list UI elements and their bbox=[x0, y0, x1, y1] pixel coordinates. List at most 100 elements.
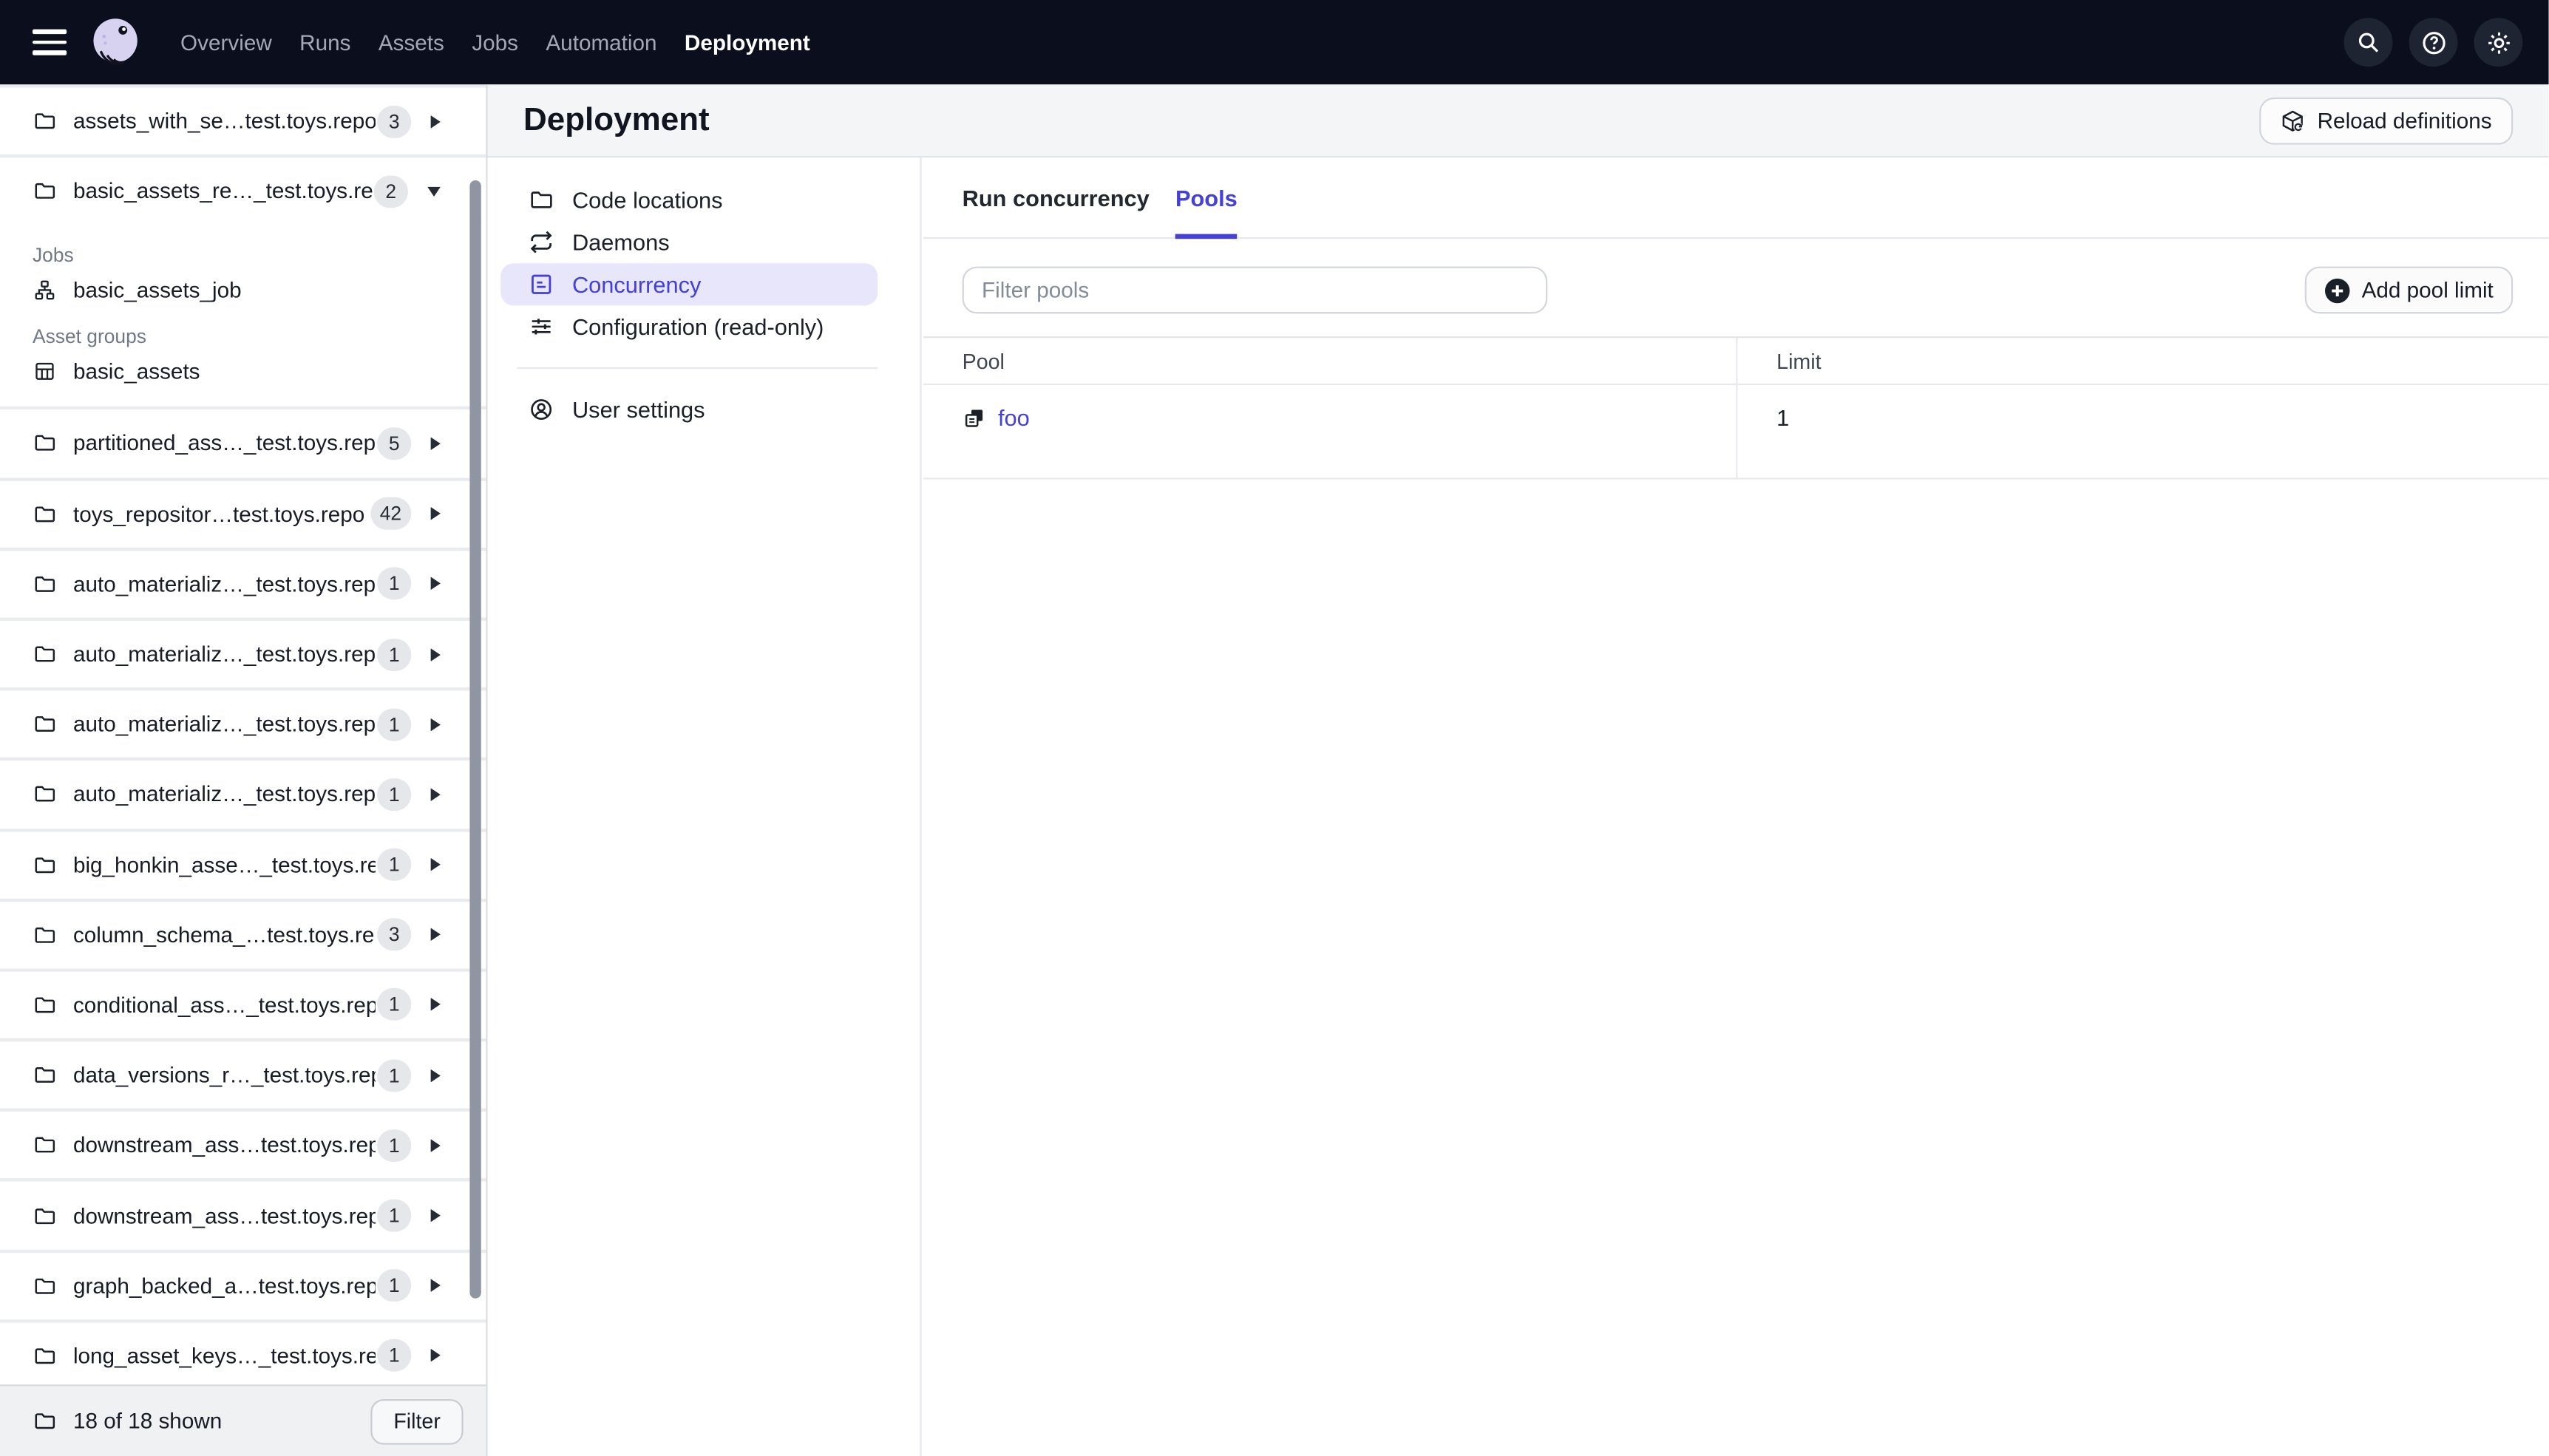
folder-icon bbox=[33, 993, 57, 1017]
folder-icon bbox=[33, 1273, 57, 1298]
reload-cube-icon bbox=[2280, 108, 2304, 132]
code-location-row[interactable]: conditional_ass…_test.toys.repo 1 bbox=[0, 971, 486, 1039]
code-location-row[interactable]: basic_assets_re…_test.toys.rep 2 bbox=[0, 157, 486, 225]
folder-icon bbox=[33, 852, 57, 877]
asset-group-name: basic_assets bbox=[72, 359, 200, 384]
repeat-icon bbox=[529, 229, 554, 255]
reload-definitions-button[interactable]: Reload definitions bbox=[2258, 96, 2514, 144]
nav-runs[interactable]: Runs bbox=[299, 30, 350, 55]
page-title: Deployment bbox=[523, 101, 710, 137]
pool-name: foo bbox=[998, 404, 1030, 431]
chevron-right-icon[interactable] bbox=[430, 1349, 441, 1363]
code-location-name: assets_with_se…test.toys.repo bbox=[72, 109, 376, 134]
count-badge: 1 bbox=[377, 708, 412, 741]
chevron-right-icon[interactable] bbox=[430, 1138, 441, 1152]
folder-icon bbox=[33, 109, 57, 134]
dagster-logo[interactable] bbox=[88, 15, 143, 70]
concurrency-tabs: Run concurrency Pools bbox=[923, 157, 2549, 239]
chevron-right-icon[interactable] bbox=[430, 718, 441, 731]
concurrency-content: Run concurrency Pools Add pool limit Poo… bbox=[923, 157, 2549, 1456]
code-location-row[interactable]: auto_materializ…_test.toys.repo 1 bbox=[0, 620, 486, 688]
count-badge: 1 bbox=[377, 638, 412, 671]
code-location-name: auto_materializ…_test.toys.repo bbox=[72, 782, 376, 807]
sidebar-footer: 18 of 18 shown Filter bbox=[0, 1384, 486, 1456]
subnav-label: User settings bbox=[571, 396, 705, 423]
nav-deployment[interactable]: Deployment bbox=[685, 30, 810, 55]
code-location-name: auto_materializ…_test.toys.repo bbox=[72, 642, 376, 667]
search-icon[interactable] bbox=[2343, 18, 2393, 67]
count-badge: 1 bbox=[377, 568, 412, 601]
code-location-name: downstream_ass…test.toys.rep bbox=[72, 1203, 376, 1228]
sliders-icon bbox=[529, 313, 554, 339]
code-location-sidebar: assets_with_se…test.toys.repo 3 basic_as… bbox=[0, 84, 488, 1456]
tab-pools[interactable]: Pools bbox=[1175, 157, 1238, 239]
code-location-row[interactable]: auto_materializ…_test.toys.repo 1 bbox=[0, 550, 486, 618]
filter-pools-input[interactable] bbox=[962, 266, 1548, 314]
subnav-label: Code locations bbox=[571, 186, 723, 214]
asset-group-item[interactable]: basic_assets bbox=[0, 353, 486, 391]
code-location-row[interactable]: column_schema_…test.toys.rep 3 bbox=[0, 901, 486, 969]
code-location-row[interactable]: data_versions_r…_test.toys.rep 1 bbox=[0, 1041, 486, 1109]
menu-icon[interactable] bbox=[32, 22, 67, 62]
chevron-right-icon[interactable] bbox=[430, 115, 441, 128]
code-location-row[interactable]: auto_materializ…_test.toys.repo 1 bbox=[0, 761, 486, 829]
count-badge: 42 bbox=[370, 497, 412, 531]
chevron-right-icon[interactable] bbox=[430, 928, 441, 942]
deployment-header: Deployment Reload definitions bbox=[487, 84, 2549, 158]
settings-icon[interactable] bbox=[2474, 18, 2523, 67]
nav-automation[interactable]: Automation bbox=[546, 30, 656, 55]
nav-jobs[interactable]: Jobs bbox=[472, 30, 518, 55]
subnav-item-configuration[interactable]: Configuration (read-only) bbox=[500, 305, 878, 347]
folder-icon bbox=[33, 922, 57, 947]
code-location-name: downstream_ass…test.toys.rep bbox=[72, 1133, 376, 1158]
chevron-right-icon[interactable] bbox=[430, 858, 441, 871]
folder-icon bbox=[33, 1063, 57, 1087]
pool-link[interactable]: foo bbox=[963, 404, 1030, 431]
code-location-row[interactable]: auto_materializ…_test.toys.repo 1 bbox=[0, 690, 486, 758]
chevron-right-icon[interactable] bbox=[430, 1068, 441, 1082]
subnav-item-code-locations[interactable]: Code locations bbox=[500, 179, 878, 221]
folder-icon bbox=[33, 1203, 57, 1228]
code-location-name: big_honkin_asse…_test.toys.rep bbox=[72, 852, 376, 877]
code-location-row[interactable]: downstream_ass…test.toys.rep 1 bbox=[0, 1112, 486, 1180]
code-location-row[interactable]: partitioned_ass…_test.toys.rep 5 bbox=[0, 409, 486, 477]
code-location-name: column_schema_…test.toys.rep bbox=[72, 922, 376, 948]
folder-icon bbox=[33, 572, 57, 596]
code-location-row[interactable]: graph_backed_a…test.toys.repo 1 bbox=[0, 1252, 486, 1319]
nav-overview[interactable]: Overview bbox=[180, 30, 272, 55]
chevron-right-icon[interactable] bbox=[430, 1279, 441, 1293]
code-location-row[interactable]: downstream_ass…test.toys.rep 1 bbox=[0, 1182, 486, 1249]
code-location-row[interactable]: big_honkin_asse…_test.toys.rep 1 bbox=[0, 831, 486, 899]
folder-icon bbox=[33, 782, 57, 806]
chevron-right-icon[interactable] bbox=[430, 1208, 441, 1222]
count-badge: 5 bbox=[377, 427, 412, 460]
chevron-right-icon[interactable] bbox=[430, 647, 441, 661]
tab-run-concurrency[interactable]: Run concurrency bbox=[963, 157, 1150, 237]
folder-icon bbox=[33, 432, 57, 456]
code-location-name: toys_repositor…test.toys.repo bbox=[72, 501, 365, 526]
code-location-row[interactable]: toys_repositor…test.toys.repo 42 bbox=[0, 480, 486, 548]
nav-assets[interactable]: Assets bbox=[379, 30, 444, 55]
add-pool-limit-button[interactable]: Add pool limit bbox=[2304, 266, 2514, 314]
chevron-right-icon[interactable] bbox=[430, 437, 441, 450]
subnav-item-daemons[interactable]: Daemons bbox=[500, 221, 878, 263]
job-item[interactable]: basic_assets_job bbox=[0, 272, 486, 310]
asset-groups-section-label: Asset groups bbox=[32, 325, 146, 349]
code-location-row[interactable]: assets_with_se…test.toys.repo 3 bbox=[0, 87, 486, 155]
sidebar-scrollbar[interactable] bbox=[469, 180, 481, 1299]
subnav-item-concurrency[interactable]: Concurrency bbox=[500, 263, 878, 306]
help-icon[interactable] bbox=[2409, 18, 2458, 67]
subnav-item-user-settings[interactable]: User settings bbox=[500, 388, 878, 430]
chevron-right-icon[interactable] bbox=[430, 507, 441, 520]
pool-column-header: Pool bbox=[923, 338, 1737, 386]
subnav-label: Concurrency bbox=[571, 271, 702, 298]
chevron-right-icon[interactable] bbox=[430, 999, 441, 1012]
filter-button[interactable]: Filter bbox=[370, 1398, 464, 1444]
screen: Overview Runs Assets Jobs Automation Dep… bbox=[0, 0, 2549, 1456]
chevron-right-icon[interactable] bbox=[430, 788, 441, 801]
chevron-right-icon[interactable] bbox=[430, 577, 441, 591]
code-location-row[interactable]: long_asset_keys…_test.toys.rep 1 bbox=[0, 1322, 486, 1389]
subnav-label: Configuration (read-only) bbox=[571, 313, 824, 340]
folder-icon bbox=[33, 502, 57, 526]
chevron-down-icon[interactable] bbox=[427, 186, 441, 197]
